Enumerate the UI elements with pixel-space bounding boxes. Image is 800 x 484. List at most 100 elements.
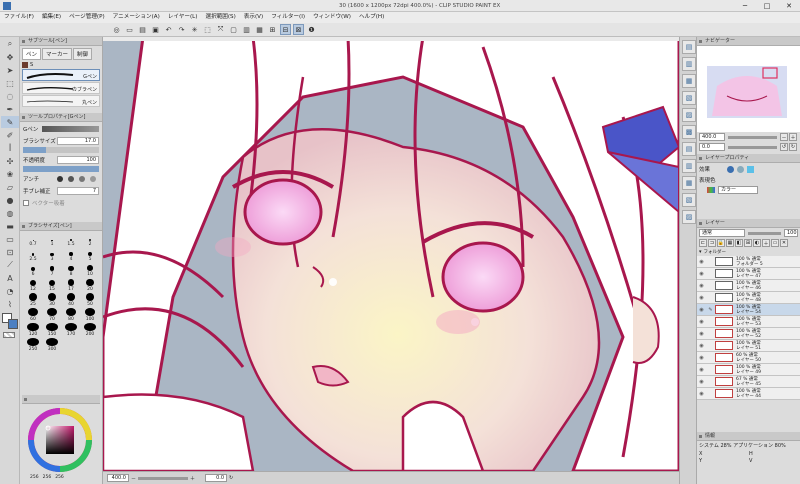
ruler-icon[interactable]: ⟋	[1, 259, 19, 271]
pen-icon[interactable]: ✎	[1, 116, 19, 128]
brush-size-preset[interactable]: 2.5	[24, 248, 42, 262]
brush-size-preset[interactable]: 150	[43, 323, 61, 337]
brush-size-preset[interactable]: 300	[43, 338, 61, 352]
layer-row[interactable]: ◉ 100 % 通常 レイヤー 51	[697, 340, 800, 352]
eye-icon[interactable]: ◉	[697, 307, 706, 313]
menu-window[interactable]: ウィンドウ(W)	[309, 12, 355, 23]
brush-size-preset[interactable]: 12	[24, 278, 42, 292]
layer-row[interactable]: ◉ 100 % 通常 レイヤー 44	[697, 388, 800, 400]
eye-icon[interactable]: ◉	[697, 331, 706, 337]
menu-selection[interactable]: 選択範囲(S)	[202, 12, 240, 23]
layer-row[interactable]: ◉ 100 % 通常 レイヤー 53	[697, 316, 800, 328]
close-icon[interactable]: ✕	[778, 2, 800, 10]
open-icon[interactable]: ▤	[137, 24, 148, 35]
snap-special-icon[interactable]: ⊟	[280, 24, 291, 35]
vector-checkbox[interactable]	[23, 199, 29, 206]
status-angle[interactable]: 0.0	[205, 474, 228, 482]
fill-selection-icon[interactable]: ▦	[254, 24, 265, 35]
transparent-swatch[interactable]	[3, 332, 15, 338]
deselect-icon[interactable]: ▢	[228, 24, 239, 35]
menu-edit[interactable]: 編集(E)	[38, 12, 65, 23]
layer-ruler-icon[interactable]: ⊞	[744, 239, 752, 247]
layer-mask-icon[interactable]: ◧	[735, 239, 743, 247]
select-icon[interactable]: ⬚	[1, 77, 19, 89]
eye-icon[interactable]: ◉	[697, 355, 706, 361]
brush-size-preset[interactable]: 70	[43, 308, 61, 322]
layer-opacity-input[interactable]: 100	[784, 229, 798, 237]
deco-icon[interactable]: ❀	[1, 168, 19, 180]
layer-ref-icon[interactable]: ⊐	[708, 239, 716, 247]
opacity-input[interactable]: 100	[57, 155, 99, 164]
operation-icon[interactable]: ➤	[1, 64, 19, 76]
redo-icon[interactable]: ↷	[176, 24, 187, 35]
scale-icon[interactable]: ⤧	[215, 24, 226, 35]
antialias-strong-icon[interactable]	[90, 175, 96, 182]
eraser-icon[interactable]: ▱	[1, 181, 19, 193]
clear-icon[interactable]: ✳	[189, 24, 200, 35]
color-set-icon[interactable]: ▦	[682, 176, 696, 190]
layer-row[interactable]: ◉ 67 % 通常 レイヤー 45	[697, 376, 800, 388]
material-folder-icon[interactable]: ▥	[682, 57, 696, 71]
brush-size-preset[interactable]: 25	[24, 293, 42, 307]
brush-maru[interactable]: 丸ペン	[22, 95, 100, 107]
transform-icon[interactable]: ⬚	[202, 24, 213, 35]
brush-size-preset[interactable]: 170	[62, 323, 80, 337]
layer-row[interactable]: ◉ 100 % 通常 レイヤー 49	[697, 364, 800, 376]
layer-delete-icon[interactable]: ✕	[780, 239, 788, 247]
blend-icon[interactable]: ●	[1, 194, 19, 206]
expression-select[interactable]: カラー	[718, 186, 758, 194]
eye-icon[interactable]: ◉	[697, 367, 706, 373]
menu-filter[interactable]: フィルター(I)	[267, 12, 309, 23]
nav-rotate-right-icon[interactable]: ↻	[789, 143, 797, 151]
layer-row[interactable]: ◉ 60 % 通常 レイヤー 50	[697, 352, 800, 364]
opacity-slider[interactable]	[23, 166, 99, 172]
layer-row[interactable]: ◉ 100 % 通常 レイヤー 52	[697, 328, 800, 340]
new-icon[interactable]: ▭	[124, 24, 135, 35]
nav-zoom-out-icon[interactable]: －	[780, 133, 788, 141]
antialias-weak-icon[interactable]	[68, 175, 74, 182]
eye-icon[interactable]: ◉	[697, 319, 706, 325]
sub-color-swatch[interactable]	[8, 319, 18, 329]
undo-icon[interactable]: ↶	[163, 24, 174, 35]
menu-layer[interactable]: レイヤー(L)	[164, 12, 202, 23]
fill-icon[interactable]: ◍	[1, 207, 19, 219]
layer-new-icon[interactable]: ＋	[762, 239, 770, 247]
menu-page[interactable]: ページ管理(P)	[65, 12, 109, 23]
layer-row[interactable]: ◉ 100 % 通常 フォルダー 5	[697, 256, 800, 268]
layer-row[interactable]: ◉ 100 % 通常 レイヤー 47	[697, 268, 800, 280]
eyedropper-icon[interactable]: ✒	[1, 103, 19, 115]
brush-size-preset[interactable]: 5	[81, 248, 99, 262]
brush-size-preset[interactable]: 20	[81, 278, 99, 292]
brush-size-preset[interactable]: 250	[24, 338, 42, 352]
brush-size-preset[interactable]: 50	[81, 293, 99, 307]
brush-size-preset[interactable]: 15	[43, 278, 61, 292]
nav-zoom-input[interactable]: 400.0	[699, 133, 725, 141]
brush-size-input[interactable]: 17.0	[57, 136, 99, 145]
navigator-preview[interactable]	[697, 46, 800, 132]
material-image-icon[interactable]: ▦	[682, 74, 696, 88]
menu-animation[interactable]: アニメーション(A)	[109, 12, 164, 23]
airbrush-icon[interactable]: ✣	[1, 155, 19, 167]
nav-rotate-left-icon[interactable]: ↺	[780, 143, 788, 151]
material-icon[interactable]: ▤	[682, 40, 696, 54]
maximize-icon[interactable]: □	[756, 2, 778, 10]
eye-icon[interactable]: ◉	[697, 379, 706, 385]
effect-border-icon[interactable]	[727, 165, 734, 173]
gradient-icon[interactable]: ▬	[1, 220, 19, 232]
invert-icon[interactable]: ▥	[241, 24, 252, 35]
effect-color-icon[interactable]	[747, 165, 754, 173]
figure-icon[interactable]: ▭	[1, 233, 19, 245]
brush-size-preset[interactable]: 0.7	[24, 233, 42, 247]
layer-folder-icon[interactable]: ▭	[771, 239, 779, 247]
save-icon[interactable]: ▣	[150, 24, 161, 35]
eye-icon[interactable]: ◉	[697, 343, 706, 349]
antialias-mid-icon[interactable]	[79, 175, 85, 182]
brush-size-preset[interactable]: 1.5	[62, 233, 80, 247]
material-brush-icon[interactable]: ▧	[682, 91, 696, 105]
eye-icon[interactable]: ◉	[697, 271, 706, 277]
snap-ruler-icon[interactable]: ⊞	[267, 24, 278, 35]
zoom-out-icon[interactable]: －	[131, 475, 136, 482]
brush-icon[interactable]: ꟾ	[1, 142, 19, 154]
layer-color-icon[interactable]: ◐	[753, 239, 761, 247]
brush-size-preset[interactable]: 40	[62, 293, 80, 307]
